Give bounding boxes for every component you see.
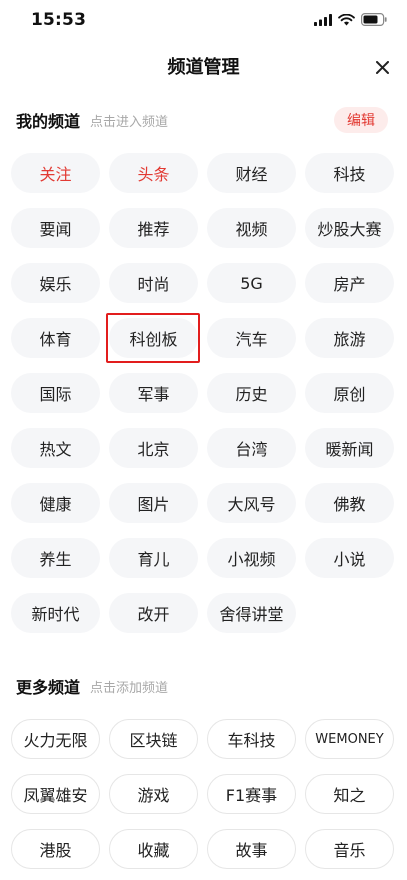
- channel-chip[interactable]: 历史: [207, 373, 296, 413]
- channel-chip[interactable]: 视频: [207, 208, 296, 248]
- status-icons: [314, 13, 387, 26]
- channel-chip[interactable]: 娱乐: [11, 263, 100, 303]
- channel-chip[interactable]: 炒股大赛: [305, 208, 394, 248]
- channel-chip[interactable]: 台湾: [207, 428, 296, 468]
- add-channel-chip[interactable]: 凤翼雄安: [11, 774, 100, 814]
- more-channels-grid: 火力无限 区块链 车科技 WEMONEY 凤翼雄安 游戏 F1赛事 知之港股 收藏 故事 音乐: [11, 719, 395, 869]
- channel-chip[interactable]: 原创: [305, 373, 394, 413]
- wifi-icon: [338, 13, 355, 25]
- channel-chip[interactable]: 育儿: [109, 538, 198, 578]
- add-channel-chip[interactable]: 港股: [11, 829, 100, 869]
- page-title: 频道管理: [167, 57, 240, 78]
- channel-chip[interactable]: 养生: [11, 538, 100, 578]
- channel-chip[interactable]: 5G: [207, 263, 296, 303]
- channel-chip[interactable]: 健康: [11, 483, 100, 523]
- channel-chip[interactable]: 改开: [109, 593, 198, 633]
- add-channel-chip[interactable]: F1赛事: [207, 774, 296, 814]
- channel-chip[interactable]: 科技: [305, 153, 394, 193]
- channel-chip[interactable]: 旅游: [305, 318, 394, 358]
- channel-chip[interactable]: 科创板: [106, 313, 200, 363]
- signal-icon: [314, 13, 332, 26]
- status-bar: 15:53: [0, 0, 407, 44]
- more-channels-title: 更多频道: [16, 678, 81, 697]
- channel-chip[interactable]: 推荐: [109, 208, 198, 248]
- more-channels-hint: 点击添加频道: [90, 680, 169, 696]
- add-channel-chip[interactable]: 游戏: [109, 774, 198, 814]
- my-channels-title: 我的频道: [16, 112, 81, 131]
- channel-chip[interactable]: 头条: [109, 153, 198, 193]
- channel-chip[interactable]: 军事: [109, 373, 198, 413]
- header: 频道管理: [0, 44, 407, 88]
- add-channel-chip[interactable]: 音乐: [305, 829, 394, 869]
- edit-button[interactable]: 编辑: [334, 107, 388, 133]
- channel-chip[interactable]: 大风号: [207, 483, 296, 523]
- channel-chip[interactable]: 暖新闻: [305, 428, 394, 468]
- status-time: 15:53: [31, 10, 87, 30]
- channel-chip[interactable]: 舍得讲堂: [207, 593, 296, 633]
- more-channels-header: 更多频道 点击添加频道: [16, 672, 391, 700]
- channel-chip[interactable]: 汽车: [207, 318, 296, 358]
- my-channels-hint: 点击进入频道: [90, 114, 169, 130]
- channel-chip[interactable]: 热文: [11, 428, 100, 468]
- channel-chip[interactable]: 体育: [11, 318, 100, 358]
- channel-chip[interactable]: 要闻: [11, 208, 100, 248]
- close-icon: [375, 60, 389, 74]
- add-channel-chip[interactable]: 知之: [305, 774, 394, 814]
- channel-chip[interactable]: 小说: [305, 538, 394, 578]
- channel-chip[interactable]: 新时代: [11, 593, 100, 633]
- close-button[interactable]: [371, 56, 393, 78]
- add-channel-chip[interactable]: WEMONEY: [305, 719, 394, 759]
- my-channels-grid: 关注 头条 财经 科技要闻 推荐 视频 炒股大赛娱乐 时尚 5G 房产体育 科创板 汽车 旅游国际 军事历…: [11, 153, 395, 633]
- add-channel-chip[interactable]: 区块链: [109, 719, 198, 759]
- add-channel-chip[interactable]: 收藏: [109, 829, 198, 869]
- channel-chip[interactable]: 财经: [207, 153, 296, 193]
- channel-chip[interactable]: 佛教: [305, 483, 394, 523]
- add-channel-chip[interactable]: 故事: [207, 829, 296, 869]
- channel-chip[interactable]: 北京: [109, 428, 198, 468]
- my-channels-header: 我的频道 点击进入频道 编辑: [16, 106, 391, 134]
- add-channel-chip[interactable]: 车科技: [207, 719, 296, 759]
- battery-icon: [361, 13, 387, 26]
- channel-chip[interactable]: 关注: [11, 153, 100, 193]
- channel-chip[interactable]: 房产: [305, 263, 394, 303]
- channel-chip[interactable]: 国际: [11, 373, 100, 413]
- channel-chip[interactable]: 小视频: [207, 538, 296, 578]
- channel-chip[interactable]: 时尚: [109, 263, 198, 303]
- channel-chip[interactable]: 图片: [109, 483, 198, 523]
- add-channel-chip[interactable]: 火力无限: [11, 719, 100, 759]
